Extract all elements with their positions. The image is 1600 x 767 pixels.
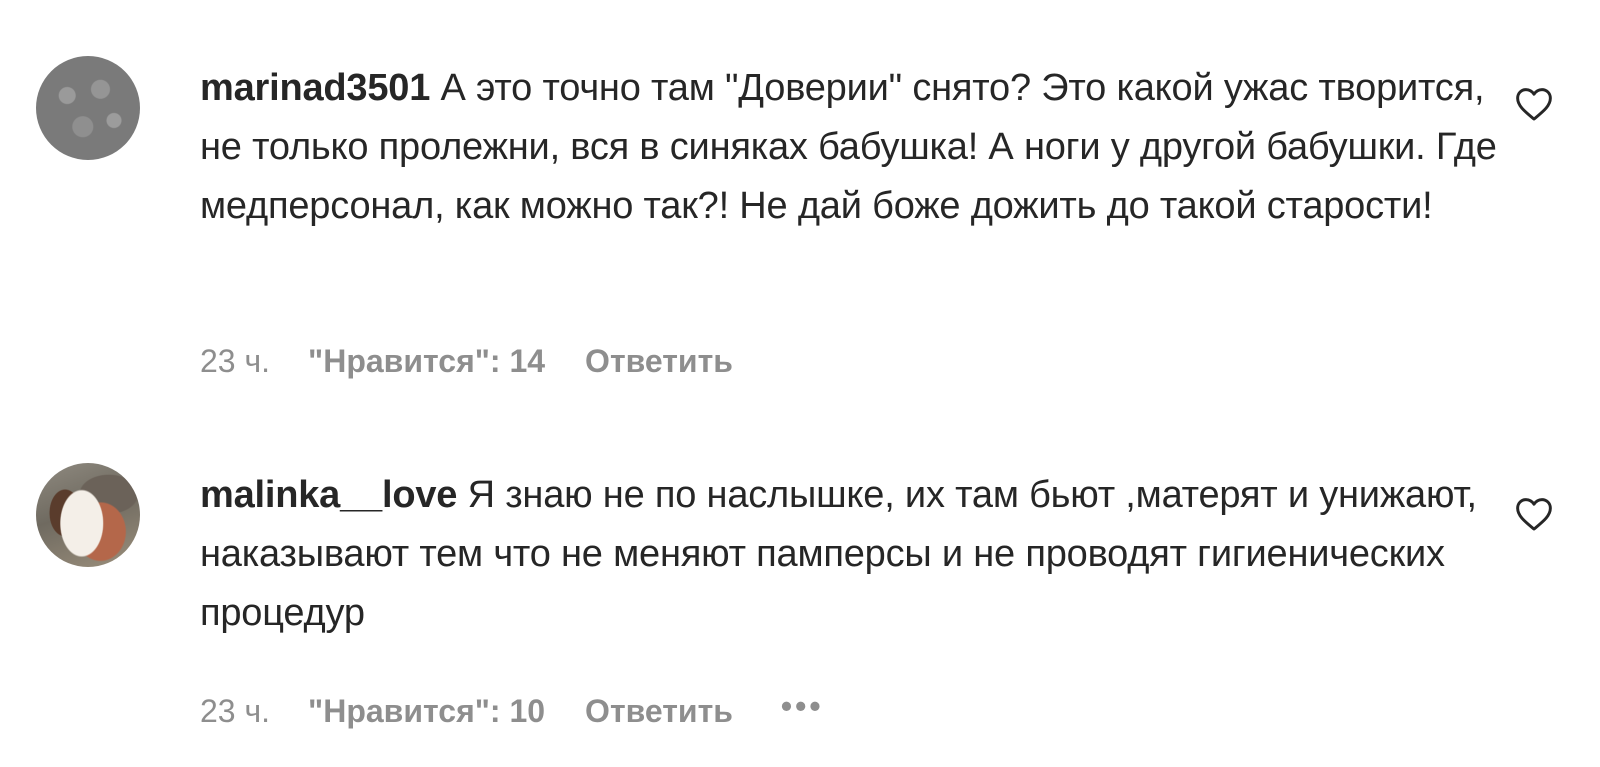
comment-body: marinad3501 А это точно там "Доверии" сн…	[200, 56, 1500, 379]
comment-username[interactable]: malinka__love	[200, 474, 457, 516]
comment-body: malinka__love Я знаю не по наслышке, их …	[200, 463, 1500, 729]
comment-meta: 23 ч. "Нравится": 10 Ответить •••	[200, 690, 824, 730]
comment-time[interactable]: 23 ч.	[200, 693, 270, 730]
heart-outline-icon[interactable]	[1514, 496, 1554, 532]
comment-likes-count[interactable]: "Нравится": 10	[308, 693, 545, 730]
avatar[interactable]	[36, 463, 140, 567]
comment-username[interactable]: marinad3501	[200, 67, 430, 109]
comment-text-block: malinka__love Я знаю не по наслышке, их …	[200, 466, 1500, 643]
comment-time[interactable]: 23 ч.	[200, 343, 270, 380]
reply-button[interactable]: Ответить	[585, 693, 733, 730]
comment-likes-count[interactable]: "Нравится": 14	[308, 343, 545, 380]
comment-meta: 23 ч. "Нравится": 14 Ответить	[200, 343, 733, 380]
more-options-icon[interactable]: •••	[781, 690, 824, 722]
heart-outline-icon[interactable]	[1514, 86, 1554, 122]
comments-list: marinad3501 А это точно там "Доверии" сн…	[0, 0, 1600, 767]
comment-text-block: marinad3501 А это точно там "Доверии" сн…	[200, 59, 1500, 236]
avatar[interactable]	[36, 56, 140, 160]
reply-button[interactable]: Ответить	[585, 343, 733, 380]
